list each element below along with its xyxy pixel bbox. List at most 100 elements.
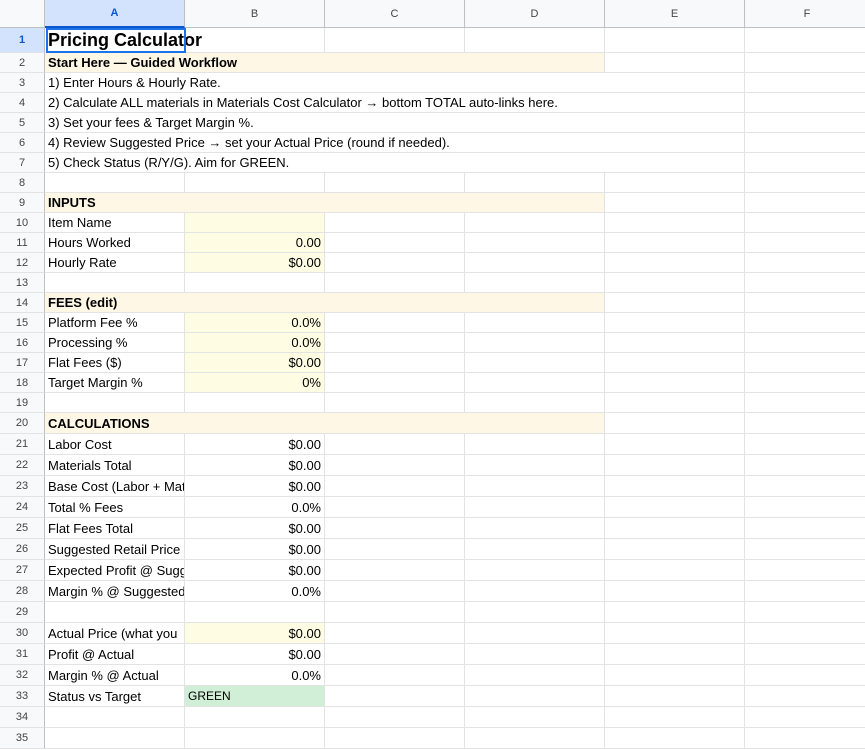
cell-f1[interactable]	[745, 28, 865, 53]
cell-f6[interactable]	[745, 133, 865, 153]
cell-a13[interactable]	[45, 273, 185, 293]
cell-d24[interactable]	[465, 497, 605, 518]
row-header-14[interactable]: 14	[0, 293, 45, 313]
cell-a22[interactable]: Materials Total	[45, 455, 185, 476]
cell-c13[interactable]	[325, 273, 465, 293]
cell-e31[interactable]	[605, 644, 745, 665]
cell-c33[interactable]	[325, 686, 465, 707]
cell-f9[interactable]	[745, 193, 865, 213]
row-header-24[interactable]: 24	[0, 497, 45, 518]
cell-a7[interactable]: 5) Check Status (R/Y/G). Aim for GREEN.	[45, 153, 289, 173]
cell-d22[interactable]	[465, 455, 605, 476]
cell-f30[interactable]	[745, 623, 865, 644]
row-header-26[interactable]: 26	[0, 539, 45, 560]
cell-e11[interactable]	[605, 233, 745, 253]
cell-e6[interactable]	[605, 133, 745, 153]
cell-f22[interactable]	[745, 455, 865, 476]
cell-b34[interactable]	[185, 707, 325, 728]
cell-e13[interactable]	[605, 273, 745, 293]
cell-e18[interactable]	[605, 373, 745, 393]
cell-f2[interactable]	[745, 53, 865, 73]
row-header-4[interactable]: 4	[0, 93, 45, 113]
cell-e4[interactable]	[605, 93, 745, 113]
cell-b24[interactable]: 0.0%	[185, 497, 325, 518]
cell-c22[interactable]	[325, 455, 465, 476]
cell-a2[interactable]: Start Here — Guided Workflow	[45, 53, 237, 73]
cell-b13[interactable]	[185, 273, 325, 293]
cell-b31[interactable]: $0.00	[185, 644, 325, 665]
cell-b11[interactable]: 0.00	[185, 233, 325, 253]
cell-f11[interactable]	[745, 233, 865, 253]
cell-c12[interactable]	[325, 253, 465, 273]
cell-d32[interactable]	[465, 665, 605, 686]
cell-d18[interactable]	[465, 373, 605, 393]
cell-b19[interactable]	[185, 393, 325, 413]
cell-e34[interactable]	[605, 707, 745, 728]
cell-c16[interactable]	[325, 333, 465, 353]
cell-d26[interactable]	[465, 539, 605, 560]
cell-c1[interactable]	[325, 28, 465, 53]
row-header-22[interactable]: 22	[0, 455, 45, 476]
cell-e20[interactable]	[605, 413, 745, 434]
cell-c27[interactable]	[325, 560, 465, 581]
cell-d9[interactable]	[465, 193, 605, 213]
cell-c29[interactable]	[325, 602, 465, 623]
cell-d27[interactable]	[465, 560, 605, 581]
cell-b30[interactable]: $0.00	[185, 623, 325, 644]
cell-c20[interactable]	[325, 413, 465, 434]
cell-d11[interactable]	[465, 233, 605, 253]
row-header-20[interactable]: 20	[0, 413, 45, 434]
cell-f12[interactable]	[745, 253, 865, 273]
row-header-32[interactable]: 32	[0, 665, 45, 686]
cell-f28[interactable]	[745, 581, 865, 602]
cell-d7[interactable]	[465, 153, 605, 173]
cell-d13[interactable]	[465, 273, 605, 293]
cell-f25[interactable]	[745, 518, 865, 539]
select-all-corner[interactable]	[0, 0, 45, 28]
cell-d12[interactable]	[465, 253, 605, 273]
cell-b12[interactable]: $0.00	[185, 253, 325, 273]
cell-c3[interactable]	[325, 73, 465, 93]
row-header-16[interactable]: 16	[0, 333, 45, 353]
cell-e19[interactable]	[605, 393, 745, 413]
cell-e29[interactable]	[605, 602, 745, 623]
cell-a3[interactable]: 1) Enter Hours & Hourly Rate.	[45, 73, 221, 93]
row-header-19[interactable]: 19	[0, 393, 45, 413]
row-header-30[interactable]: 30	[0, 623, 45, 644]
row-header-13[interactable]: 13	[0, 273, 45, 293]
cell-e30[interactable]	[605, 623, 745, 644]
cell-b20[interactable]	[185, 413, 325, 434]
cell-e17[interactable]	[605, 353, 745, 373]
cell-a12[interactable]: Hourly Rate	[45, 253, 185, 273]
cell-a28[interactable]: Margin % @ Suggested	[45, 581, 185, 602]
row-header-29[interactable]: 29	[0, 602, 45, 623]
cell-a17[interactable]: Flat Fees ($)	[45, 353, 185, 373]
row-header-1[interactable]: 1	[0, 28, 45, 53]
row-header-35[interactable]: 35	[0, 728, 45, 749]
cell-f19[interactable]	[745, 393, 865, 413]
row-header-10[interactable]: 10	[0, 213, 45, 233]
cell-f18[interactable]	[745, 373, 865, 393]
cell-c25[interactable]	[325, 518, 465, 539]
cell-d6[interactable]	[465, 133, 605, 153]
row-header-31[interactable]: 31	[0, 644, 45, 665]
cell-f20[interactable]	[745, 413, 865, 434]
row-header-28[interactable]: 28	[0, 581, 45, 602]
cell-a18[interactable]: Target Margin %	[45, 373, 185, 393]
cell-a30[interactable]: Actual Price (what you	[45, 623, 185, 644]
cell-c21[interactable]	[325, 434, 465, 455]
cell-e26[interactable]	[605, 539, 745, 560]
cell-c26[interactable]	[325, 539, 465, 560]
cell-e25[interactable]	[605, 518, 745, 539]
row-header-34[interactable]: 34	[0, 707, 45, 728]
row-header-6[interactable]: 6	[0, 133, 45, 153]
cell-b18[interactable]: 0%	[185, 373, 325, 393]
cell-f15[interactable]	[745, 313, 865, 333]
cell-f4[interactable]	[745, 93, 865, 113]
cell-c32[interactable]	[325, 665, 465, 686]
cell-b35[interactable]	[185, 728, 325, 749]
cell-e14[interactable]	[605, 293, 745, 313]
cell-e9[interactable]	[605, 193, 745, 213]
cell-b10[interactable]	[185, 213, 325, 233]
row-header-18[interactable]: 18	[0, 373, 45, 393]
